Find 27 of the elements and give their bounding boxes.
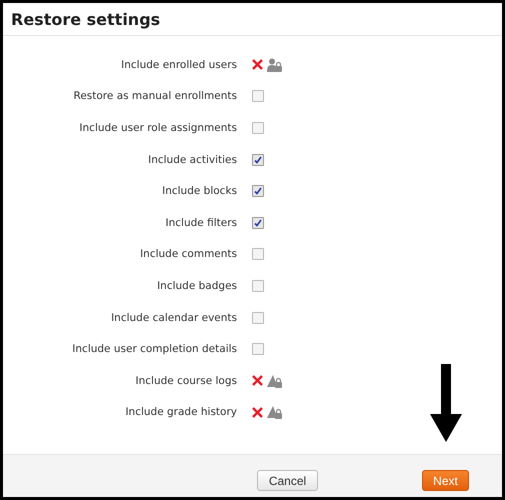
setting-label: Include user role assignments	[79, 122, 237, 134]
user-lock-icon	[267, 58, 283, 72]
checkbox[interactable]	[252, 90, 264, 102]
setting-label: Restore as manual enrollments	[74, 90, 237, 102]
setting-label: Include filters	[166, 216, 237, 229]
checkbox[interactable]	[252, 185, 264, 198]
checkbox[interactable]	[252, 154, 264, 166]
checkbox[interactable]	[252, 280, 264, 292]
setting-label: Include course logs	[136, 374, 237, 387]
checkbox[interactable]	[252, 312, 264, 324]
pyramid-lock-icon	[267, 405, 283, 420]
setting-label: Include activities	[148, 154, 237, 166]
cancel-button[interactable]: Cancel	[257, 470, 318, 491]
setting-label: Include enrolled users	[121, 58, 237, 71]
setting-label: Include badges	[157, 280, 237, 292]
checkbox[interactable]	[252, 122, 264, 134]
pyramid-lock-icon	[267, 374, 283, 388]
setting-label: Include calendar events	[111, 312, 237, 324]
setting-label: Include blocks	[162, 185, 237, 198]
checkbox[interactable]	[252, 216, 264, 229]
down-arrow-icon	[430, 364, 462, 442]
setting-label: Include user completion details	[72, 343, 237, 356]
setting-label: Include comments	[140, 248, 237, 260]
setting-label: Include grade history	[125, 406, 237, 418]
dialog-title: Restore settings	[3, 3, 502, 36]
checkbox[interactable]	[252, 343, 264, 356]
checkbox[interactable]	[252, 248, 264, 260]
